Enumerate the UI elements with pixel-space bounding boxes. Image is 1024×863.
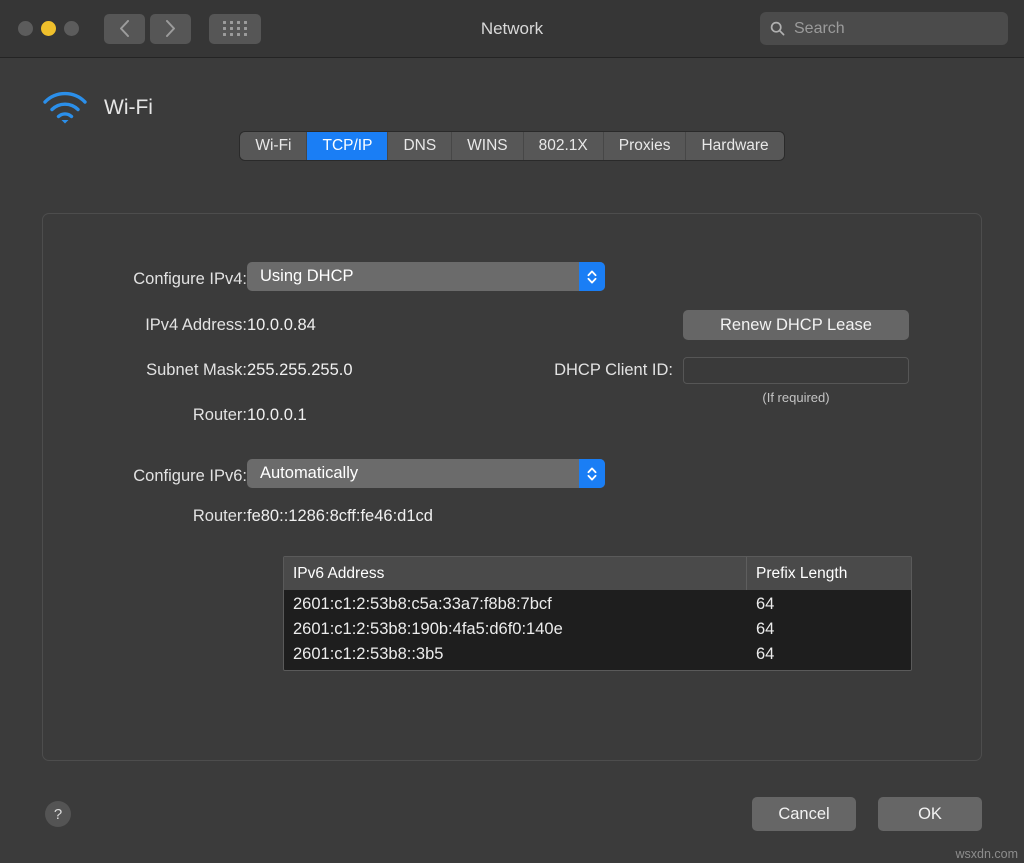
renew-dhcp-lease-button[interactable]: Renew DHCP Lease [683, 310, 909, 340]
cell-prefix-length: 64 [756, 595, 775, 613]
close-button[interactable] [18, 21, 33, 36]
forward-button[interactable] [150, 13, 191, 44]
ipv6-address-table: IPv6 Address Prefix Length 2601:c1:2:53b… [283, 556, 912, 671]
subnet-mask-value: 255.255.255.0 [247, 361, 353, 379]
subnet-mask-label-wrap: Subnet Mask: [43, 361, 247, 380]
window-toolbar: Network Search [0, 0, 1024, 58]
dhcp-client-id-label-wrap: DHCP Client ID: [483, 361, 673, 380]
window-body: Wi-Fi Wi-Fi TCP/IP DNS WINS 802.1X Proxi… [0, 58, 1024, 863]
chevron-up-down-icon [587, 270, 597, 283]
configure-ipv4-label: Configure IPv4: [133, 270, 247, 288]
ipv4-address-label: IPv4 Address: [145, 316, 247, 334]
configure-ipv6-value: Automatically [260, 464, 359, 482]
service-name: Wi-Fi [104, 96, 153, 119]
ipv4-router-label: Router: [192, 406, 247, 424]
show-all-grid-icon [222, 21, 248, 36]
cell-prefix-length: 64 [756, 645, 775, 663]
configure-ipv4-value: Using DHCP [260, 267, 354, 285]
configure-ipv6-popup-wrap: Automatically [247, 459, 605, 488]
popup-arrows-ipv6 [579, 459, 605, 488]
watermark: wsxdn.com [955, 847, 1018, 861]
tab-wins[interactable]: WINS [452, 132, 524, 160]
configure-ipv4-popup[interactable]: Using DHCP [247, 262, 605, 291]
back-button[interactable] [104, 13, 145, 44]
ok-button[interactable]: OK [878, 797, 982, 831]
column-header-ipv6-address[interactable]: IPv6 Address [284, 557, 747, 590]
tab-8021x[interactable]: 802.1X [523, 132, 604, 160]
tab-bar: Wi-Fi TCP/IP DNS WINS 802.1X Proxies Har… [20, 132, 1004, 160]
tcpip-panel: Configure IPv4: Using DHCP IPv4 Address:… [42, 213, 982, 761]
ipv4-address-label-wrap: IPv4 Address: [43, 316, 247, 335]
ipv4-address-value: 10.0.0.84 [247, 316, 316, 334]
cell-prefix-length: 64 [756, 620, 775, 638]
help-button[interactable]: ? [45, 801, 71, 827]
navigation-buttons [104, 13, 191, 44]
search-placeholder: Search [794, 19, 845, 37]
chevron-up-down-icon [587, 467, 597, 480]
configure-ipv6-label: Configure IPv6: [133, 467, 247, 485]
zoom-button[interactable] [64, 21, 79, 36]
ipv6-router-value: fe80::1286:8cff:fe46:d1cd [247, 507, 433, 525]
service-header: Wi-Fi [20, 58, 1004, 130]
cell-ipv6-address: 2601:c1:2:53b8:190b:4fa5:d6f0:140e [293, 620, 563, 638]
configure-ipv4-popup-wrap: Using DHCP [247, 262, 605, 291]
search-field[interactable]: Search [760, 12, 1008, 45]
show-all-button[interactable] [209, 13, 261, 44]
ipv6-router-label: Router: [192, 507, 247, 525]
tab-wifi[interactable]: Wi-Fi [240, 132, 308, 160]
cell-ipv6-address: 2601:c1:2:53b8:c5a:33a7:f8b8:7bcf [293, 595, 552, 613]
wifi-icon [43, 91, 87, 124]
chevron-right-icon [166, 20, 175, 37]
ipv4-router-label-wrap: Router: [43, 406, 247, 425]
configure-ipv4-label-wrap: Configure IPv4: [43, 270, 247, 289]
table-row[interactable]: 2601:c1:2:53b8:c5a:33a7:f8b8:7bcf 64 [284, 592, 911, 617]
ipv4-router-value-wrap: 10.0.0.1 [247, 406, 307, 425]
table-body: 2601:c1:2:53b8:c5a:33a7:f8b8:7bcf 64 260… [284, 590, 911, 670]
dhcp-client-id-hint: (If required) [762, 390, 830, 405]
tab-hardware[interactable]: Hardware [686, 132, 784, 160]
search-icon [770, 21, 785, 36]
ipv4-address-value-wrap: 10.0.0.84 [247, 316, 316, 335]
column-header-prefix-length[interactable]: Prefix Length [747, 557, 911, 590]
traffic-lights [18, 21, 79, 36]
minimize-button[interactable] [41, 21, 56, 36]
chevron-left-icon [120, 20, 129, 37]
subnet-mask-value-wrap: 255.255.255.0 [247, 361, 353, 380]
dialog-footer: ? Cancel OK [42, 797, 982, 833]
network-preferences-window: Network Search Wi-Fi Wi-Fi TCP/IP DNS WI… [0, 0, 1024, 863]
tab-dns[interactable]: DNS [388, 132, 453, 160]
dhcp-client-id-input[interactable] [683, 357, 909, 384]
cancel-button[interactable]: Cancel [752, 797, 856, 831]
tab-proxies[interactable]: Proxies [603, 132, 687, 160]
configure-ipv6-popup[interactable]: Automatically [247, 459, 605, 488]
configure-ipv6-label-wrap: Configure IPv6: [43, 467, 247, 486]
dhcp-client-id-label: DHCP Client ID: [554, 361, 673, 379]
ipv6-router-value-wrap: fe80::1286:8cff:fe46:d1cd [247, 507, 433, 526]
ipv4-router-value: 10.0.0.1 [247, 406, 307, 424]
ipv6-router-label-wrap: Router: [43, 507, 247, 526]
subnet-mask-label: Subnet Mask: [146, 361, 247, 379]
popup-arrows [579, 262, 605, 291]
table-row[interactable]: 2601:c1:2:53b8:190b:4fa5:d6f0:140e 64 [284, 617, 911, 642]
table-header: IPv6 Address Prefix Length [284, 557, 911, 590]
table-row[interactable]: 2601:c1:2:53b8::3b5 64 [284, 642, 911, 667]
cell-ipv6-address: 2601:c1:2:53b8::3b5 [293, 645, 444, 663]
tab-tcpip[interactable]: TCP/IP [307, 132, 389, 160]
